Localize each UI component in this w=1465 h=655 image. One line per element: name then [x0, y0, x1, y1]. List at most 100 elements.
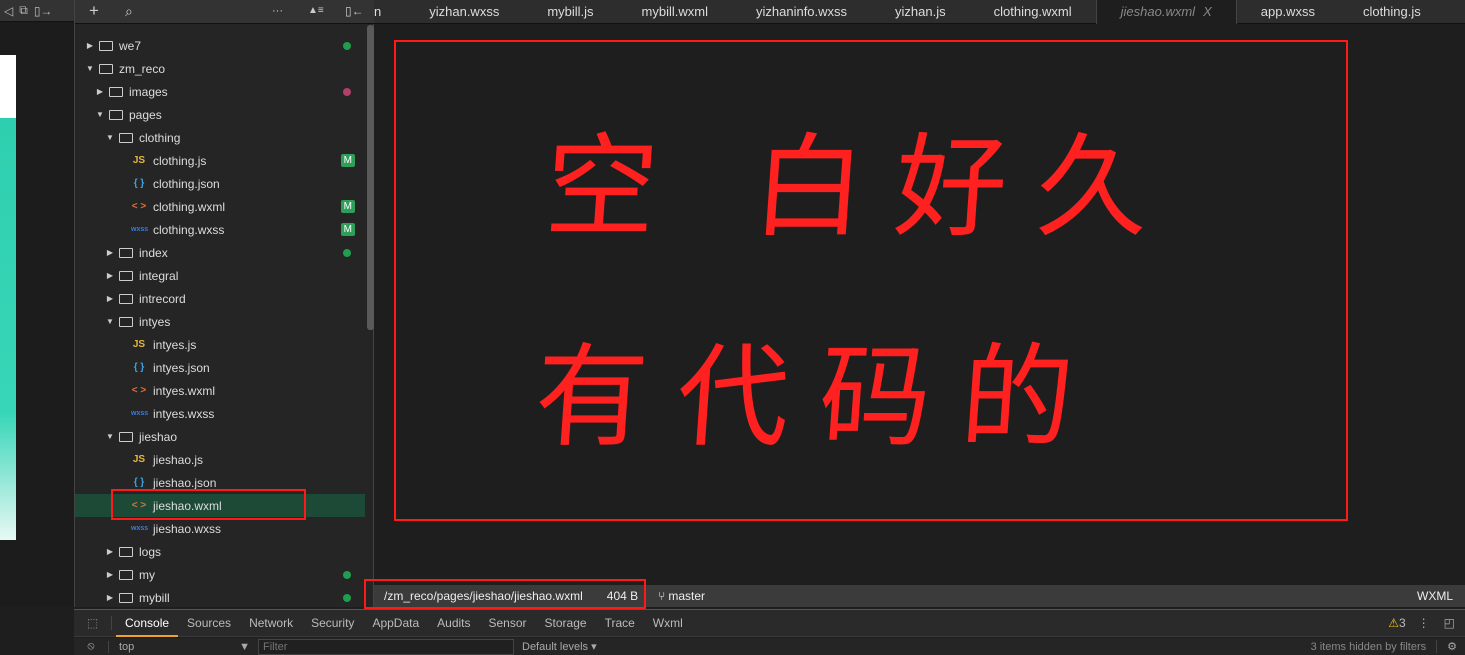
json-file-icon: { }: [133, 178, 145, 189]
editor-tab[interactable]: yizhaninfo.wxss: [732, 0, 871, 24]
tree-folder[interactable]: ▼ clothing: [75, 126, 365, 149]
chevron-down-icon[interactable]: ▼: [105, 317, 115, 326]
tree-item-label: jieshao.js: [153, 452, 204, 467]
tree-file[interactable]: < > intyes.wxml: [75, 379, 365, 402]
undock-icon[interactable]: ◰: [1444, 616, 1455, 630]
chevron-down-icon[interactable]: ▼: [105, 133, 115, 142]
devtools-tab-console[interactable]: Console: [116, 610, 179, 637]
tree-folder[interactable]: ▶ we7: [75, 34, 365, 57]
editor-tab[interactable]: yizhan.js: [871, 0, 970, 24]
tree-folder[interactable]: ▶ integral: [75, 264, 365, 287]
devtools-tab-security[interactable]: Security: [302, 610, 363, 637]
language-mode[interactable]: WXML: [1417, 589, 1453, 603]
tree-file[interactable]: JS jieshao.js: [75, 448, 365, 471]
tab-label: mybill.js: [547, 4, 594, 19]
devtools-tab-sensor[interactable]: Sensor: [480, 610, 536, 637]
tree-file[interactable]: wxss clothing.wxss M: [75, 218, 365, 241]
tree-folder[interactable]: ▶ index: [75, 241, 365, 264]
dock-icon[interactable]: ▯→: [34, 4, 53, 18]
warning-count[interactable]: 3: [1399, 616, 1406, 630]
chevron-right-icon[interactable]: ▶: [105, 294, 115, 303]
clear-console-icon[interactable]: ⦸: [74, 640, 108, 653]
devtools-tab-storage[interactable]: Storage: [536, 610, 596, 637]
tree-file[interactable]: JS intyes.js: [75, 333, 365, 356]
chevron-right-icon[interactable]: ▶: [85, 41, 95, 50]
editor-tab[interactable]: n: [374, 0, 405, 24]
editor-tab[interactable]: app.wxss: [1237, 0, 1339, 24]
close-tab-icon[interactable]: X: [1203, 4, 1212, 19]
json-file-icon: { }: [133, 477, 145, 488]
tree-folder[interactable]: ▶ logs: [75, 540, 365, 563]
chevron-down-icon[interactable]: ▼: [105, 432, 115, 441]
tree-file[interactable]: { } clothing.json: [75, 172, 365, 195]
tree-folder[interactable]: ▼ intyes: [75, 310, 365, 333]
devtools-tab-trace[interactable]: Trace: [596, 610, 644, 637]
tab-label: yizhaninfo.wxss: [756, 4, 848, 19]
status-dot: [343, 41, 351, 50]
chevron-right-icon[interactable]: ▶: [105, 570, 115, 579]
add-icon[interactable]: +: [89, 1, 99, 21]
tree-item-label: intyes.wxss: [153, 406, 215, 421]
tree-item-label: intyes.js: [153, 337, 197, 352]
devtools-tab-audits[interactable]: Audits: [428, 610, 479, 637]
chevron-right-icon[interactable]: ▶: [105, 271, 115, 280]
more-menu-icon[interactable]: ⋮: [1418, 616, 1430, 630]
window-icon[interactable]: ⧉: [19, 3, 28, 18]
dock-icon[interactable]: ▯←: [345, 4, 364, 18]
log-levels-select[interactable]: Default levels ▾: [522, 640, 597, 653]
chevron-right-icon[interactable]: ▶: [95, 87, 105, 96]
tree-file[interactable]: { } intyes.json: [75, 356, 365, 379]
editor-tab[interactable]: clothing.js: [1339, 0, 1445, 24]
tree-folder[interactable]: ▶ mybill: [75, 586, 365, 609]
inspect-icon[interactable]: ⬚: [74, 616, 112, 630]
devtools-tab-network[interactable]: Network: [240, 610, 302, 637]
tab-label: yizhan.js: [895, 4, 946, 19]
wxss-file-icon: wxss: [131, 410, 149, 417]
speaker-icon[interactable]: ◁: [4, 4, 13, 18]
filter-input[interactable]: [258, 638, 514, 655]
git-branch[interactable]: master: [668, 589, 705, 603]
tree-folder[interactable]: ▶ my: [75, 563, 365, 586]
chevron-down-icon[interactable]: ▼: [85, 64, 95, 73]
editor-tab[interactable]: yizhan.wxss: [405, 0, 523, 24]
tree-folder[interactable]: ▶ images: [75, 80, 365, 103]
tree-folder[interactable]: ▼ jieshao: [75, 425, 365, 448]
tree-item-label: jieshao.wxss: [153, 521, 222, 536]
context-select[interactable]: top ▼: [108, 640, 258, 653]
folder-icon: [119, 592, 133, 603]
editor-tab[interactable]: mybill.js: [523, 0, 617, 24]
simulator-panel: ◁ ⧉ ▯→: [0, 0, 74, 607]
chevron-right-icon[interactable]: ▶: [105, 593, 115, 602]
status-dot: [343, 248, 351, 257]
editor-tab[interactable]: jieshao.wxml X: [1095, 0, 1237, 24]
folder-icon: [119, 569, 133, 580]
collapse-icon[interactable]: ▲≡: [308, 5, 324, 16]
simulator-toolbar: ◁ ⧉ ▯→: [0, 0, 74, 22]
tree-file[interactable]: wxss intyes.wxss: [75, 402, 365, 425]
tree-item-label: intyes: [139, 314, 171, 329]
search-icon[interactable]: ⌕: [125, 3, 133, 20]
tree-item-label: images: [129, 84, 168, 99]
chevron-down-icon[interactable]: ▼: [95, 110, 105, 119]
wxml-file-icon: < >: [131, 385, 147, 396]
settings-gear-icon[interactable]: ⚙: [1436, 640, 1457, 653]
chevron-right-icon[interactable]: ▶: [105, 248, 115, 257]
devtools-tab-appdata[interactable]: AppData: [363, 610, 428, 637]
devtools-tab-wxml[interactable]: Wxml: [644, 610, 692, 637]
tree-folder[interactable]: ▼ zm_reco: [75, 57, 365, 80]
tree-item-label: zm_reco: [119, 61, 166, 76]
more-icon[interactable]: ···: [272, 5, 283, 17]
editor-tab[interactable]: mybill.wxml: [618, 0, 732, 24]
tree-file[interactable]: wxss jieshao.wxss: [75, 517, 365, 540]
tree-file[interactable]: < > clothing.wxml M: [75, 195, 365, 218]
folder-open-icon: [119, 316, 133, 327]
tree-folder[interactable]: ▼ pages: [75, 103, 365, 126]
explorer-scrollbar[interactable]: [367, 25, 374, 330]
devtools-tab-sources[interactable]: Sources: [178, 610, 240, 637]
context-value: top: [119, 640, 135, 653]
chevron-right-icon[interactable]: ▶: [105, 547, 115, 556]
tree-folder[interactable]: ▶ intrecord: [75, 287, 365, 310]
tree-file[interactable]: JS clothing.js M: [75, 149, 365, 172]
folder-icon: [119, 270, 133, 281]
editor-tab[interactable]: clothing.wxml: [970, 0, 1096, 24]
